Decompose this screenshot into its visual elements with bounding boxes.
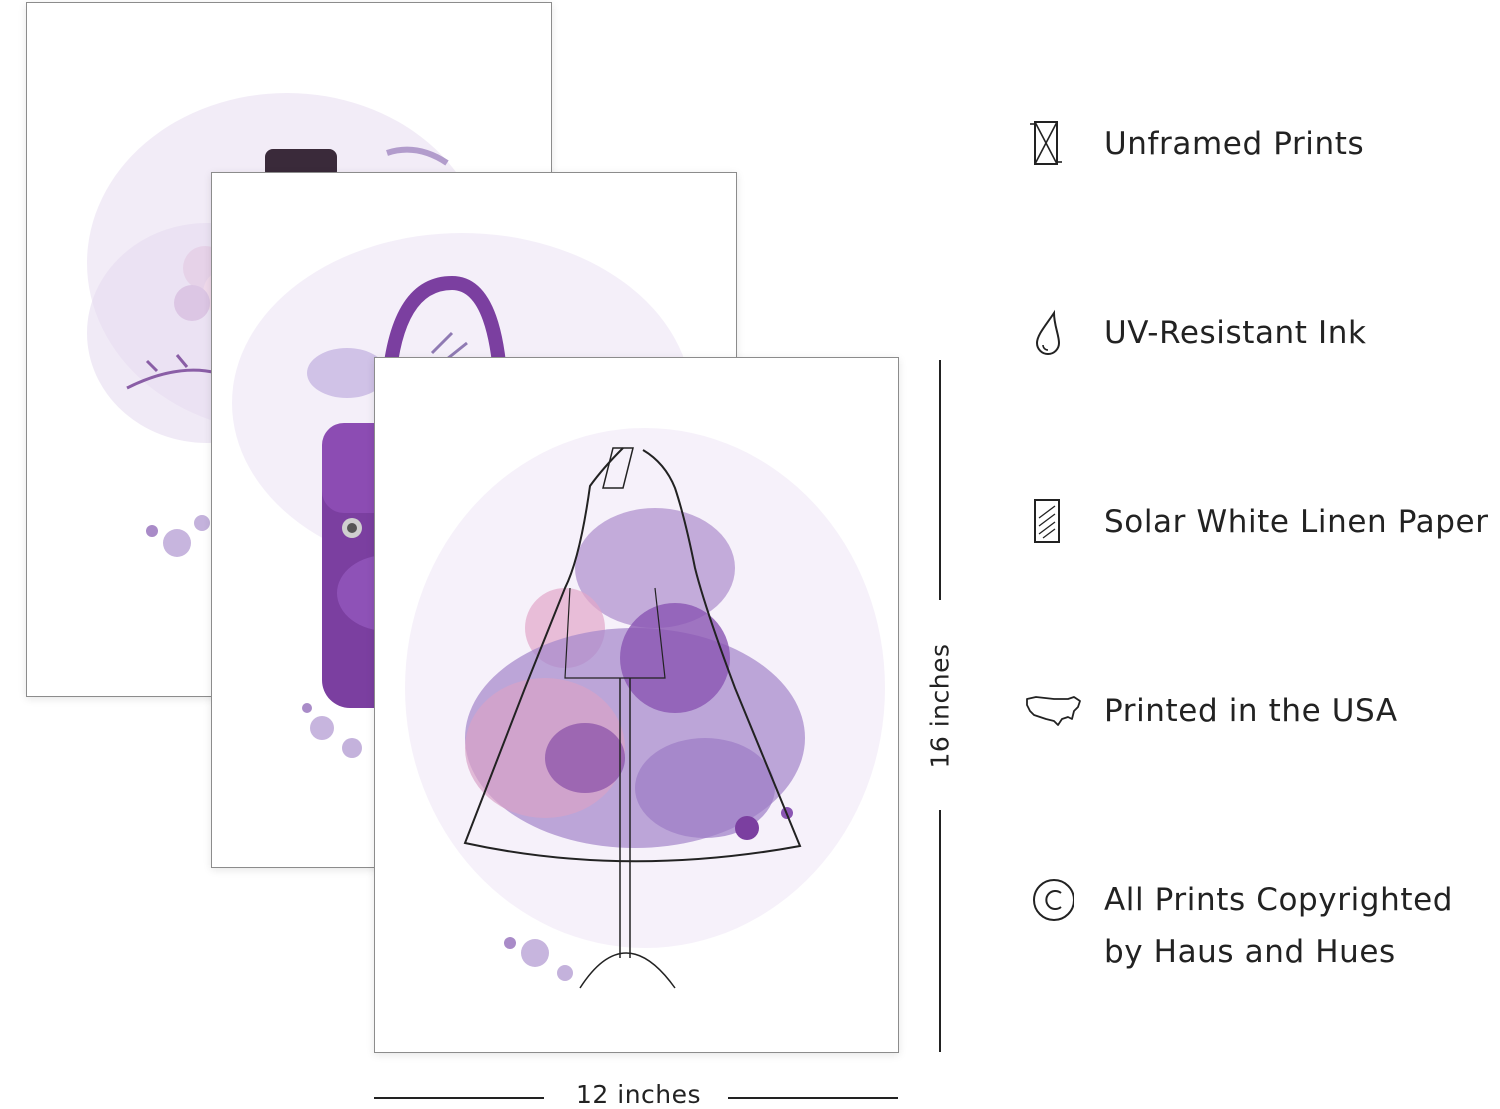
feature-unframed: Unframed Prints xyxy=(1024,118,1364,170)
feature-label: Unframed Prints xyxy=(1104,126,1365,162)
height-dimension-line-top xyxy=(939,360,941,600)
dress-artwork xyxy=(405,428,885,989)
print-dress xyxy=(374,357,899,1053)
linen-paper-icon xyxy=(1024,496,1084,548)
ink-drop-icon xyxy=(1024,307,1084,359)
usa-map-icon xyxy=(1024,685,1084,737)
feature-label: Solar White Linen Paper xyxy=(1104,504,1489,540)
width-dimension-label: 12 inches xyxy=(576,1080,702,1109)
feature-paper: Solar White Linen Paper xyxy=(1024,496,1489,548)
height-dimension-line-bottom xyxy=(939,810,941,1052)
width-dimension-line-left xyxy=(374,1097,544,1099)
feature-uv-ink: UV-Resistant Ink xyxy=(1024,307,1367,359)
height-dimension-label: 16 inches xyxy=(925,643,955,769)
feature-label: All Prints Copyrighted by Haus and Hues xyxy=(1104,874,1453,978)
feature-label-line2: by Haus and Hues xyxy=(1104,934,1396,970)
copyright-icon xyxy=(1024,874,1084,926)
unframed-icon xyxy=(1024,118,1084,170)
feature-label: UV-Resistant Ink xyxy=(1104,315,1367,351)
feature-label-line1: All Prints Copyrighted xyxy=(1104,882,1454,918)
feature-usa: Printed in the USA xyxy=(1024,685,1398,737)
feature-label: Printed in the USA xyxy=(1104,693,1398,729)
feature-copyright: All Prints Copyrighted by Haus and Hues xyxy=(1024,874,1453,978)
width-dimension-line-right xyxy=(728,1097,898,1099)
